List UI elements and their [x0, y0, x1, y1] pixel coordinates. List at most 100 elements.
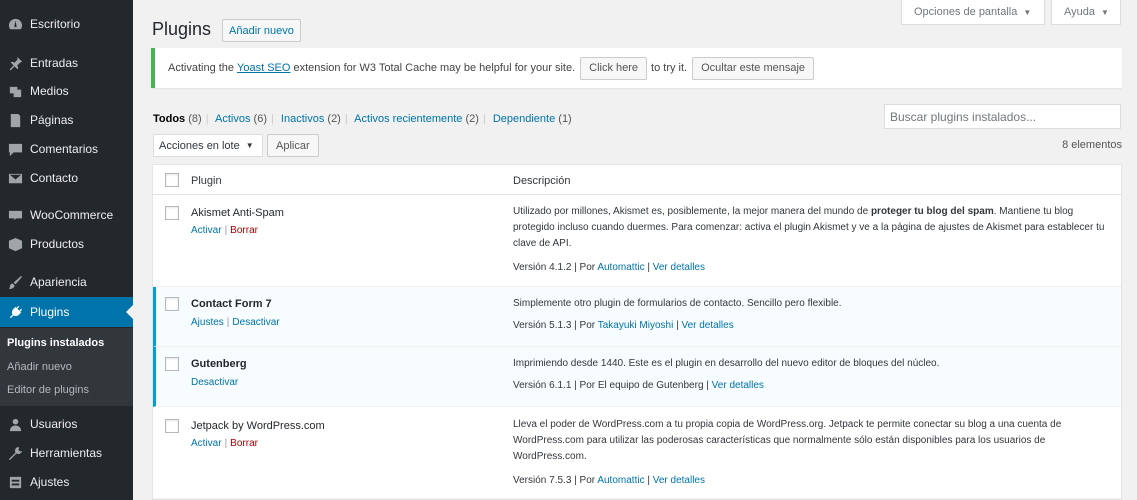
view-details-link[interactable]: Ver detalles — [653, 475, 705, 486]
sidebar-item-plugins[interactable]: Plugins — [0, 297, 133, 327]
filter-inactive[interactable]: Inactivos — [281, 113, 324, 125]
search-plugins-input[interactable] — [884, 104, 1121, 129]
plugin-meta: Versión 7.5.3 | Por Automattic | Ver det… — [513, 475, 705, 486]
view-details-link[interactable]: Ver detalles — [653, 262, 705, 273]
wrench-icon — [7, 445, 23, 461]
plugin-status-filters: Todos (8) | Activos (6) | Inactivos (2) | A… — [153, 113, 572, 125]
submenu-editor-de-plugins[interactable]: Editor de plugins — [7, 384, 89, 396]
help-button[interactable]: Ayuda ▼ — [1051, 0, 1121, 25]
apply-button[interactable]: Aplicar — [267, 134, 319, 157]
help-label: Ayuda — [1064, 6, 1095, 18]
sidebar-item-label: Apariencia — [30, 275, 87, 289]
plugin-name: Akismet Anti-Spam — [191, 207, 284, 219]
row-actions: Ajustes | Desactivar — [191, 317, 280, 328]
mail-icon — [7, 170, 23, 186]
by-label: Por — [579, 320, 596, 331]
plugin-meta: Versión 5.1.3 | Por Takayuki Miyoshi | V… — [513, 320, 734, 331]
plugin-name: Jetpack by WordPress.com — [191, 420, 325, 432]
filter-dependent-count: (1) — [558, 113, 572, 125]
author-link[interactable]: Automattic — [597, 262, 644, 273]
sidebar-item-label: Entradas — [30, 56, 79, 70]
row-actions: Desactivar — [191, 377, 238, 388]
sidebar-item-paginas[interactable]: Páginas — [0, 105, 133, 135]
sidebar-item-ajustes[interactable]: Ajustes — [0, 467, 133, 497]
author-link[interactable]: Takayuki Miyoshi — [598, 320, 674, 331]
pages-icon — [7, 112, 23, 128]
separator: | — [224, 225, 228, 236]
row-checkbox[interactable] — [165, 419, 179, 433]
by-label: Por — [579, 475, 596, 486]
sidebar-item-escritorio[interactable]: Escritorio — [0, 9, 133, 39]
submenu-anadir-nuevo[interactable]: Añadir nuevo — [7, 361, 72, 373]
plugin-description: Utilizado por millones, Akismet es, posi… — [513, 204, 1113, 252]
row-actions: Activar | Borrar — [191, 438, 258, 449]
notice-text-pre: Activating the — [168, 62, 235, 74]
sidebar-item-productos[interactable]: Productos — [0, 229, 133, 259]
table-header: Plugin Descripción — [153, 165, 1121, 195]
filter-dependent[interactable]: Dependiente — [493, 113, 555, 125]
sidebar-item-contacto[interactable]: Contacto — [0, 163, 133, 193]
row-checkbox[interactable] — [165, 206, 179, 220]
plugins-table: Plugin Descripción Akismet Anti-Spam Act… — [152, 164, 1122, 500]
column-plugin[interactable]: Plugin — [191, 175, 222, 187]
sidebar-item-usuarios[interactable]: Usuarios — [0, 409, 133, 439]
filter-inactive-count: (2) — [327, 113, 341, 125]
row-checkbox[interactable] — [165, 297, 179, 311]
sidebar-item-entradas[interactable]: Entradas — [0, 48, 133, 78]
table-row: Contact Form 7 Ajustes | Desactivar Simple… — [153, 287, 1121, 347]
notice-text-mid: extension for W3 Total Cache may be help… — [293, 62, 576, 74]
users-icon — [7, 416, 23, 432]
sidebar-item-woocommerce[interactable]: WooCommerce — [0, 200, 133, 230]
view-details-link[interactable]: Ver detalles — [681, 320, 733, 331]
plugin-name: Gutenberg — [191, 358, 247, 370]
sidebar-item-label: Contacto — [30, 171, 79, 185]
deactivate-link[interactable]: Desactivar — [191, 377, 238, 388]
row-actions: Activar | Borrar — [191, 225, 258, 236]
sidebar-item-label: Herramientas — [30, 446, 103, 460]
column-description: Descripción — [513, 175, 571, 187]
separator: | — [271, 113, 274, 125]
plug-icon — [7, 304, 23, 320]
yoast-seo-link[interactable]: Yoast SEO — [237, 62, 290, 74]
view-details-link[interactable]: Ver detalles — [712, 380, 764, 391]
sidebar-item-apariencia[interactable]: Apariencia — [0, 267, 133, 297]
dismiss-notice-button[interactable]: Ocultar este mensaje — [692, 56, 815, 80]
settings-link[interactable]: Ajustes — [191, 317, 224, 328]
submenu-plugins-instalados[interactable]: Plugins instalados — [7, 337, 104, 349]
row-checkbox[interactable] — [165, 357, 179, 371]
box-icon — [7, 236, 23, 252]
plugin-version: Versión 4.1.2 — [513, 262, 572, 273]
sidebar-item-label: Páginas — [30, 113, 74, 127]
delete-link[interactable]: Borrar — [230, 438, 258, 449]
plugin-description: Simplemente otro plugin de formularios d… — [513, 298, 842, 309]
filter-all-count: (8) — [188, 113, 202, 125]
pin-icon — [7, 55, 23, 71]
filter-active[interactable]: Activos — [215, 113, 250, 125]
plugin-version: Versión 5.1.3 — [513, 320, 572, 331]
plugin-description: Lleva el poder de WordPress.com a tu pro… — [513, 419, 1062, 462]
author-link[interactable]: Automattic — [597, 475, 644, 486]
filter-recent-count: (2) — [465, 113, 479, 125]
activate-link[interactable]: Activar — [191, 225, 222, 236]
bulk-actions-select[interactable]: Acciones en lote ▼ — [153, 134, 263, 157]
page-title: Plugins — [152, 19, 212, 39]
select-all-checkbox[interactable] — [165, 173, 179, 187]
delete-link[interactable]: Borrar — [230, 225, 258, 236]
sidebar-item-herramientas[interactable]: Herramientas — [0, 438, 133, 468]
sidebar-item-label: Escritorio — [30, 17, 81, 31]
deactivate-link[interactable]: Desactivar — [232, 317, 279, 328]
separator: | — [205, 113, 209, 125]
click-here-button[interactable]: Click here — [580, 56, 648, 80]
sidebar-item-comentarios[interactable]: Comentarios — [0, 134, 133, 164]
filter-all[interactable]: Todos — [153, 113, 185, 125]
by-author-label: Por El equipo de Gutenberg — [579, 380, 704, 391]
filter-recently-active[interactable]: Activos recientemente — [354, 113, 462, 125]
screen-options-button[interactable]: Opciones de pantalla ▼ — [901, 0, 1045, 25]
sidebar-item-label: Comentarios — [30, 142, 99, 156]
admin-sidebar: Escritorio Entradas Medios Páginas Comen… — [0, 0, 133, 500]
separator: | — [224, 438, 228, 449]
activate-link[interactable]: Activar — [191, 438, 222, 449]
sidebar-item-medios[interactable]: Medios — [0, 76, 133, 106]
add-new-button[interactable]: Añadir nuevo — [222, 19, 301, 42]
sidebar-item-label: WooCommerce — [30, 208, 114, 222]
